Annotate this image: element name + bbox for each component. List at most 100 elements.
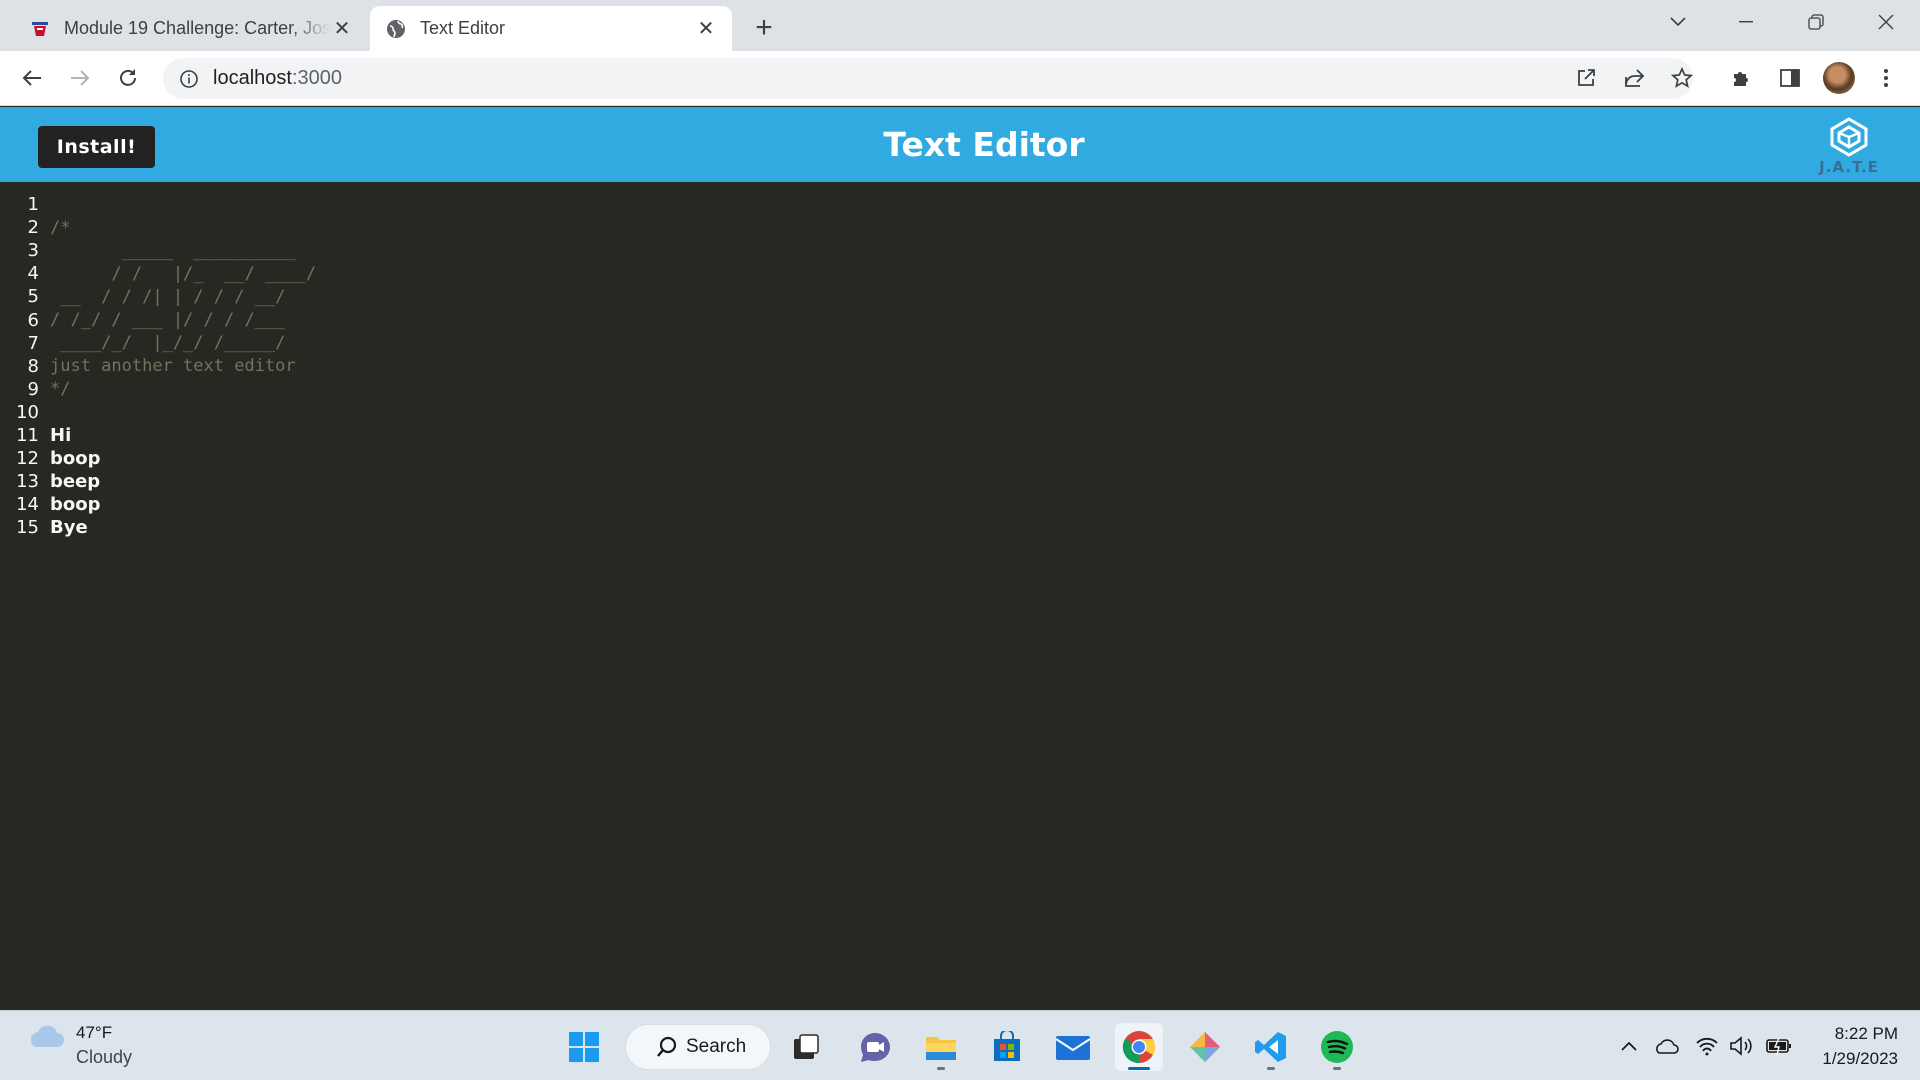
editor-line[interactable]: 7 ____/_/ |_/_/ /_____/ bbox=[0, 332, 286, 355]
line-text[interactable]: ____/_/ |_/_/ /_____/ bbox=[50, 333, 285, 353]
url-text[interactable]: localhost:3000 bbox=[213, 67, 342, 90]
install-button[interactable]: Install! bbox=[38, 126, 155, 168]
line-text[interactable]: / / |/_ __/ ____/ bbox=[50, 264, 316, 284]
editor-line[interactable]: 1 bbox=[0, 193, 40, 216]
microsoft-store-icon[interactable] bbox=[983, 1023, 1031, 1071]
taskbar-clock[interactable]: 8:22 PM 1/29/2023 bbox=[1822, 1021, 1898, 1071]
line-text[interactable]: /* bbox=[50, 218, 70, 238]
close-window-icon[interactable] bbox=[1856, 0, 1916, 44]
bookmark-star-icon[interactable] bbox=[1664, 60, 1700, 96]
line-number: 6 bbox=[27, 309, 39, 331]
weather-temp: 47°F bbox=[76, 1023, 113, 1042]
search-label: Search bbox=[686, 1036, 747, 1057]
profile-avatar[interactable] bbox=[1823, 62, 1855, 94]
line-number: 12 bbox=[16, 448, 39, 470]
line-number: 9 bbox=[27, 378, 39, 400]
editor-line[interactable]: 11 Hi bbox=[0, 424, 71, 447]
editor-line[interactable]: 9 */ bbox=[0, 378, 71, 401]
line-number: 2 bbox=[27, 217, 39, 239]
onedrive-cloud-icon[interactable] bbox=[1651, 1031, 1681, 1061]
back-arrow-icon[interactable] bbox=[14, 60, 50, 96]
browser-toolbar: localhost:3000 bbox=[0, 51, 1920, 106]
cloud-icon bbox=[30, 1025, 64, 1047]
editor-line[interactable]: 5 __ / / /| | / / / __/ bbox=[0, 285, 286, 308]
editor-line[interactable]: 3 _____ __________ bbox=[0, 239, 296, 262]
line-text[interactable]: */ bbox=[50, 379, 70, 399]
battery-charging-icon[interactable] bbox=[1764, 1031, 1794, 1061]
page-title: Text Editor bbox=[883, 125, 1085, 164]
browser-menu-kebab-icon[interactable] bbox=[1868, 60, 1904, 96]
close-tab-icon[interactable]: ✕ bbox=[330, 17, 354, 41]
line-number: 3 bbox=[27, 240, 39, 262]
git-kraken-icon[interactable] bbox=[1181, 1023, 1229, 1071]
site-info-icon[interactable] bbox=[179, 69, 199, 89]
new-tab-button[interactable]: + bbox=[748, 11, 780, 44]
editor-line[interactable]: 2 /* bbox=[0, 216, 71, 239]
close-tab-icon[interactable]: ✕ bbox=[694, 17, 718, 41]
chrome-icon[interactable] bbox=[1115, 1023, 1163, 1071]
open-in-app-icon[interactable] bbox=[1568, 60, 1604, 96]
jate-hexagon-logo-icon bbox=[1830, 117, 1868, 157]
running-indicator bbox=[937, 1067, 945, 1070]
side-panel-icon[interactable] bbox=[1772, 60, 1808, 96]
clock-time: 8:22 PM bbox=[1834, 1024, 1898, 1043]
jate-logo: J.A.T.E bbox=[1812, 117, 1886, 179]
restore-icon[interactable] bbox=[1786, 0, 1846, 44]
mail-icon[interactable] bbox=[1049, 1023, 1097, 1071]
code-editor[interactable]: 1 2/* 3 _____ __________ 4 / / |/_ __/ ____… bbox=[0, 182, 1920, 1010]
reload-icon[interactable] bbox=[110, 60, 146, 96]
weather-widget[interactable]: 47°F Cloudy bbox=[26, 1023, 132, 1067]
line-text[interactable]: / /_/ / ___ |/ / / /___ bbox=[50, 310, 285, 330]
windows-start-icon[interactable] bbox=[560, 1023, 608, 1071]
tab-search-chevron-icon[interactable] bbox=[1648, 0, 1708, 44]
running-indicator bbox=[1267, 1067, 1275, 1070]
url-port: :3000 bbox=[291, 67, 342, 89]
line-number: 1 bbox=[27, 194, 39, 215]
teams-chat-icon[interactable] bbox=[851, 1023, 899, 1071]
minimize-icon[interactable] bbox=[1716, 0, 1776, 44]
line-text[interactable]: Bye bbox=[50, 517, 88, 538]
forward-arrow-icon[interactable] bbox=[62, 60, 98, 96]
vscode-icon[interactable] bbox=[1247, 1023, 1295, 1071]
line-number: 15 bbox=[16, 517, 39, 539]
file-explorer-icon[interactable] bbox=[917, 1023, 965, 1071]
address-bar[interactable]: localhost:3000 bbox=[163, 58, 1693, 99]
clock-date: 1/29/2023 bbox=[1822, 1049, 1898, 1068]
line-text[interactable]: _____ __________ bbox=[50, 241, 296, 261]
extensions-puzzle-icon[interactable] bbox=[1724, 60, 1760, 96]
editor-line[interactable]: 12 boop bbox=[0, 447, 100, 470]
editor-line[interactable]: 4 / / |/_ __/ ____/ bbox=[0, 262, 317, 285]
show-hidden-icons-chevron-icon[interactable] bbox=[1614, 1031, 1644, 1061]
share-icon[interactable] bbox=[1616, 60, 1652, 96]
editor-line[interactable]: 13 beep bbox=[0, 470, 100, 493]
line-text[interactable]: boop bbox=[50, 494, 101, 515]
browser-tab-strip: Module 19 Challenge: Carter, Jos ✕ Text … bbox=[0, 0, 1920, 51]
line-number: 5 bbox=[27, 286, 39, 308]
wifi-icon[interactable] bbox=[1692, 1031, 1722, 1061]
taskbar-search[interactable]: Search bbox=[625, 1024, 771, 1070]
line-text[interactable]: Hi bbox=[50, 425, 71, 446]
app-header: Text Editor Install! J.A.T.E bbox=[0, 107, 1920, 182]
line-number: 10 bbox=[16, 401, 39, 423]
logo-text: J.A.T.E bbox=[1819, 158, 1879, 176]
tab-title: Text Editor bbox=[420, 18, 506, 38]
browser-tab-active[interactable]: Text Editor ✕ bbox=[370, 6, 732, 51]
browser-tab[interactable]: Module 19 Challenge: Carter, Jos ✕ bbox=[14, 6, 368, 51]
line-number: 4 bbox=[27, 263, 39, 285]
spotify-icon[interactable] bbox=[1313, 1023, 1361, 1071]
line-text[interactable]: just another text editor bbox=[50, 356, 296, 376]
line-text[interactable]: beep bbox=[50, 471, 100, 492]
line-number: 11 bbox=[16, 425, 39, 446]
editor-line[interactable]: 10 bbox=[0, 401, 40, 424]
editor-line[interactable]: 6 / /_/ / ___ |/ / / /___ bbox=[0, 309, 286, 332]
running-indicator bbox=[1333, 1067, 1341, 1070]
volume-icon[interactable] bbox=[1727, 1031, 1757, 1061]
line-number: 13 bbox=[16, 471, 39, 493]
line-text[interactable]: boop bbox=[50, 448, 101, 469]
globe-icon bbox=[386, 19, 406, 39]
editor-line[interactable]: 14 boop bbox=[0, 493, 100, 516]
editor-line[interactable]: 15 Bye bbox=[0, 516, 88, 539]
editor-line[interactable]: 8 just another text editor bbox=[0, 355, 296, 378]
task-view-icon[interactable] bbox=[782, 1023, 830, 1071]
line-text[interactable]: __ / / /| | / / / __/ bbox=[50, 287, 285, 307]
